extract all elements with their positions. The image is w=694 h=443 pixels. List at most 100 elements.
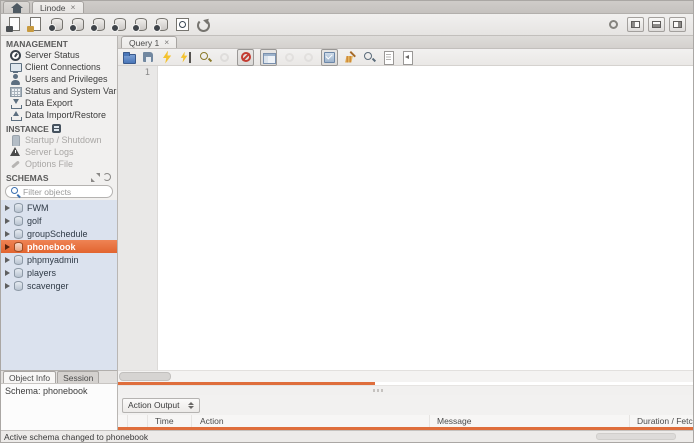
expand-arrow-icon[interactable] bbox=[5, 270, 10, 276]
import-icon bbox=[10, 110, 21, 121]
column-index bbox=[128, 415, 148, 427]
create-table-icon[interactable] bbox=[69, 17, 85, 32]
toggle-right-sidebar-button[interactable] bbox=[669, 17, 686, 32]
expand-arrow-icon[interactable] bbox=[5, 283, 10, 289]
tab-query-1[interactable]: Query 1 × bbox=[121, 36, 177, 48]
instance-header-label: INSTANCE bbox=[6, 124, 49, 134]
explain-icon[interactable] bbox=[199, 51, 212, 64]
scrollbar-thumb[interactable] bbox=[119, 372, 171, 381]
connections-icon bbox=[10, 62, 21, 73]
toggle-stop-on-error-button[interactable] bbox=[237, 49, 254, 66]
schema-name: golf bbox=[27, 216, 42, 226]
column-message: Message bbox=[430, 415, 630, 427]
sidebar-item-label: Users and Privileges bbox=[25, 74, 108, 84]
status-scrollbar-thumb[interactable] bbox=[596, 433, 676, 440]
schema-icon bbox=[14, 216, 23, 226]
right-sidebar-icon bbox=[673, 21, 682, 28]
sidebar-item-label: Server Status bbox=[25, 50, 80, 60]
create-schema-icon[interactable] bbox=[48, 17, 64, 32]
create-procedure-icon[interactable] bbox=[111, 17, 127, 32]
expand-arrow-icon[interactable] bbox=[5, 257, 10, 263]
editor-horizontal-scrollbar[interactable] bbox=[118, 370, 693, 382]
find-icon[interactable] bbox=[363, 51, 376, 64]
column-status bbox=[118, 415, 128, 427]
connection-tab-bar: Linode × bbox=[1, 1, 693, 14]
toggle-left-sidebar-button[interactable] bbox=[627, 17, 644, 32]
info-tab-bar: Object Info Session bbox=[1, 370, 117, 383]
connection-tab-linode[interactable]: Linode × bbox=[32, 1, 84, 13]
tab-session[interactable]: Session bbox=[57, 371, 99, 383]
editor-output-splitter[interactable] bbox=[118, 385, 693, 395]
wrench-icon bbox=[10, 159, 21, 170]
invisible-characters-icon[interactable] bbox=[382, 51, 395, 64]
schema-icon bbox=[14, 242, 23, 252]
sidebar-item-client-connections[interactable]: Client Connections bbox=[1, 61, 117, 73]
save-script-icon[interactable] bbox=[142, 51, 155, 64]
schema-icon bbox=[14, 268, 23, 278]
beautify-icon[interactable] bbox=[344, 51, 357, 64]
gauge-icon bbox=[10, 50, 21, 61]
new-sql-tab-icon[interactable] bbox=[6, 17, 22, 32]
schema-name: phonebook bbox=[27, 242, 76, 252]
schema-row-phonebook[interactable]: phonebook bbox=[1, 240, 117, 253]
output-selector-dropdown[interactable]: Action Output bbox=[122, 398, 200, 413]
expand-schemas-icon[interactable] bbox=[91, 173, 100, 182]
sidebar-item-server-logs[interactable]: Server Logs bbox=[1, 146, 117, 158]
sidebar-item-data-export[interactable]: Data Export bbox=[1, 97, 117, 109]
sql-text-area[interactable] bbox=[158, 66, 693, 370]
home-tab[interactable] bbox=[3, 1, 30, 13]
expand-arrow-icon[interactable] bbox=[5, 218, 10, 224]
refresh-schemas-icon[interactable] bbox=[103, 173, 112, 182]
schema-row-scavenger[interactable]: scavenger bbox=[1, 279, 117, 292]
result-grid-toggle-button[interactable] bbox=[260, 49, 277, 66]
sidebar-item-status-system-variables[interactable]: Status and System Variables bbox=[1, 85, 117, 97]
execute-icon[interactable] bbox=[161, 51, 174, 64]
sidebar-item-server-status[interactable]: Server Status bbox=[1, 49, 117, 61]
expand-arrow-icon[interactable] bbox=[5, 231, 10, 237]
sidebar-item-data-import[interactable]: Data Import/Restore bbox=[1, 109, 117, 121]
stop-icon bbox=[218, 51, 231, 64]
sql-editor-toolbar bbox=[118, 49, 693, 66]
execute-current-icon[interactable] bbox=[180, 51, 193, 64]
create-view-icon[interactable] bbox=[90, 17, 106, 32]
close-connection-icon[interactable]: × bbox=[71, 3, 76, 12]
mysql-workbench-window: Linode × MANAGEMENT Server S bbox=[0, 0, 694, 443]
expand-arrow-icon[interactable] bbox=[5, 205, 10, 211]
sql-code-editor[interactable]: 1 bbox=[118, 66, 693, 370]
spinner-icon bbox=[188, 402, 194, 409]
schema-row-players[interactable]: players bbox=[1, 266, 117, 279]
schema-row-fwm[interactable]: FWM bbox=[1, 201, 117, 214]
schema-filter-box bbox=[5, 185, 113, 198]
close-query-tab-icon[interactable]: × bbox=[164, 38, 169, 47]
search-table-data-icon[interactable] bbox=[174, 17, 190, 32]
output-area-icon bbox=[652, 21, 661, 28]
sidebar-item-options-file[interactable]: Options File bbox=[1, 158, 117, 170]
schemas-section-header: SCHEMAS bbox=[1, 170, 117, 183]
schema-name: groupSchedule bbox=[27, 229, 88, 239]
sidebar-item-startup-shutdown[interactable]: Startup / Shutdown bbox=[1, 134, 117, 146]
connection-tab-label: Linode bbox=[40, 3, 66, 13]
schema-row-phpmyadmin[interactable]: phpmyadmin bbox=[1, 253, 117, 266]
toggle-output-area-button[interactable] bbox=[648, 17, 665, 32]
result-grid-icon bbox=[262, 51, 275, 64]
open-script-icon[interactable] bbox=[123, 51, 136, 64]
toggle-autocommit-button[interactable] bbox=[321, 49, 338, 66]
open-sql-script-icon[interactable] bbox=[27, 17, 43, 32]
schema-row-golf[interactable]: golf bbox=[1, 214, 117, 227]
schema-row-groupschedule[interactable]: groupSchedule bbox=[1, 227, 117, 240]
create-event-icon[interactable] bbox=[153, 17, 169, 32]
schemas-header-label: SCHEMAS bbox=[6, 173, 49, 183]
create-function-icon[interactable] bbox=[132, 17, 148, 32]
tab-label: Object Info bbox=[9, 373, 50, 383]
reconnect-dbms-icon[interactable] bbox=[195, 17, 211, 32]
schema-filter-input[interactable] bbox=[23, 187, 107, 197]
search-icon bbox=[11, 187, 20, 196]
column-duration-fetch: Duration / Fetch bbox=[630, 415, 693, 427]
expand-arrow-icon[interactable] bbox=[5, 244, 10, 250]
schema-list: FWM golf groupSchedule phonebook bbox=[1, 200, 117, 370]
sidebar-item-users-privileges[interactable]: Users and Privileges bbox=[1, 73, 117, 85]
query-tab-bar: Query 1 × bbox=[118, 36, 693, 49]
tab-object-info[interactable]: Object Info bbox=[3, 371, 56, 383]
panel-controls bbox=[609, 17, 688, 32]
word-wrap-icon[interactable] bbox=[401, 51, 414, 64]
